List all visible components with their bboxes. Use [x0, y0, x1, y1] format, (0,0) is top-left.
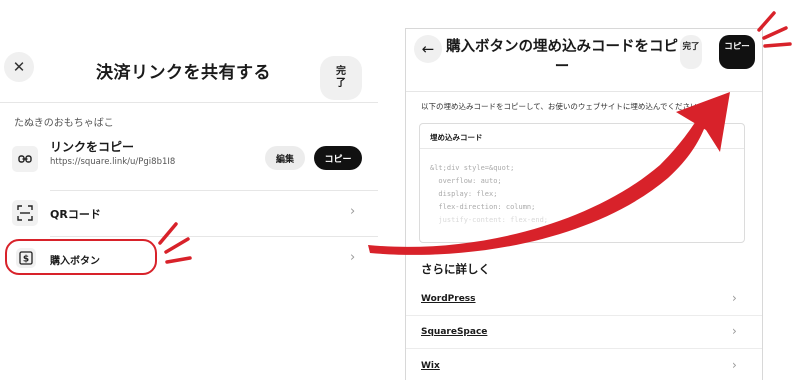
chevron-right-icon: ›: [732, 324, 737, 338]
arrow-left-icon: ←: [421, 40, 435, 58]
divider: [50, 190, 378, 191]
code-box-title: 埋め込みコード: [430, 133, 483, 142]
code-line: flex-direction: column;: [430, 203, 536, 211]
done-button[interactable]: 完了: [320, 56, 362, 100]
link-icon: [12, 146, 38, 172]
share-payment-link-panel: ✕ 決済リンクを共有する 完了 たぬきのおもちゃばこ リンクをコピー https…: [0, 0, 378, 380]
copy-link-button[interactable]: コピー: [314, 146, 362, 170]
link-wix[interactable]: Wix: [421, 361, 440, 371]
code-line: &lt;div style=&quot;: [430, 164, 515, 172]
embed-code-text: &lt;div style=&quot; overflow: auto; dis…: [430, 162, 548, 227]
page-title: 決済リンクを共有する: [96, 63, 271, 83]
divider: [406, 315, 762, 316]
embed-code-panel: ← 購入ボタンの埋め込みコードをコピー 完了 コピー 以下の埋め込みコードをコピ…: [405, 28, 763, 380]
emphasis-marks-right: [757, 11, 792, 48]
close-icon: ✕: [12, 58, 26, 76]
code-line: justify-content: flex-end;: [430, 216, 549, 224]
chevron-right-icon: ›: [732, 291, 737, 305]
divider: [406, 91, 762, 92]
divider: [406, 348, 762, 349]
divider: [420, 148, 744, 149]
highlight-ring: [5, 239, 157, 275]
qr-code-icon: [12, 200, 38, 226]
copy-code-button[interactable]: コピー: [719, 35, 755, 69]
instructions-text: 以下の埋め込みコードをコピーして、お使いのウェブサイトに埋め込んでください: [421, 102, 698, 111]
link-wordpress[interactable]: WordPress: [421, 294, 476, 304]
divider: [0, 102, 378, 103]
divider: [50, 236, 378, 237]
qr-code-item[interactable]: QRコード: [50, 206, 101, 222]
payment-link-url: https://square.link/u/Pgi8b1I8: [50, 157, 176, 167]
done-button[interactable]: 完了: [680, 35, 702, 69]
back-button[interactable]: ←: [414, 35, 442, 63]
chevron-right-icon: ›: [732, 358, 737, 372]
chevron-right-icon: ›: [350, 250, 356, 265]
code-line: display: flex;: [430, 190, 498, 198]
merchant-name: たぬきのおもちゃばこ: [14, 118, 114, 129]
link-squarespace[interactable]: SquareSpace: [421, 327, 487, 337]
close-button[interactable]: ✕: [4, 52, 34, 82]
embed-code-box[interactable]: 埋め込みコード &lt;div style=&quot; overflow: a…: [419, 123, 745, 243]
code-line: overflow: auto;: [430, 177, 502, 185]
learn-more-heading: さらに詳しく: [421, 262, 490, 276]
chevron-right-icon: ›: [350, 204, 356, 219]
copy-link-title: リンクをコピー: [50, 140, 135, 154]
edit-button[interactable]: 編集: [265, 146, 305, 170]
page-title: 購入ボタンの埋め込みコードをコピー: [446, 39, 678, 75]
